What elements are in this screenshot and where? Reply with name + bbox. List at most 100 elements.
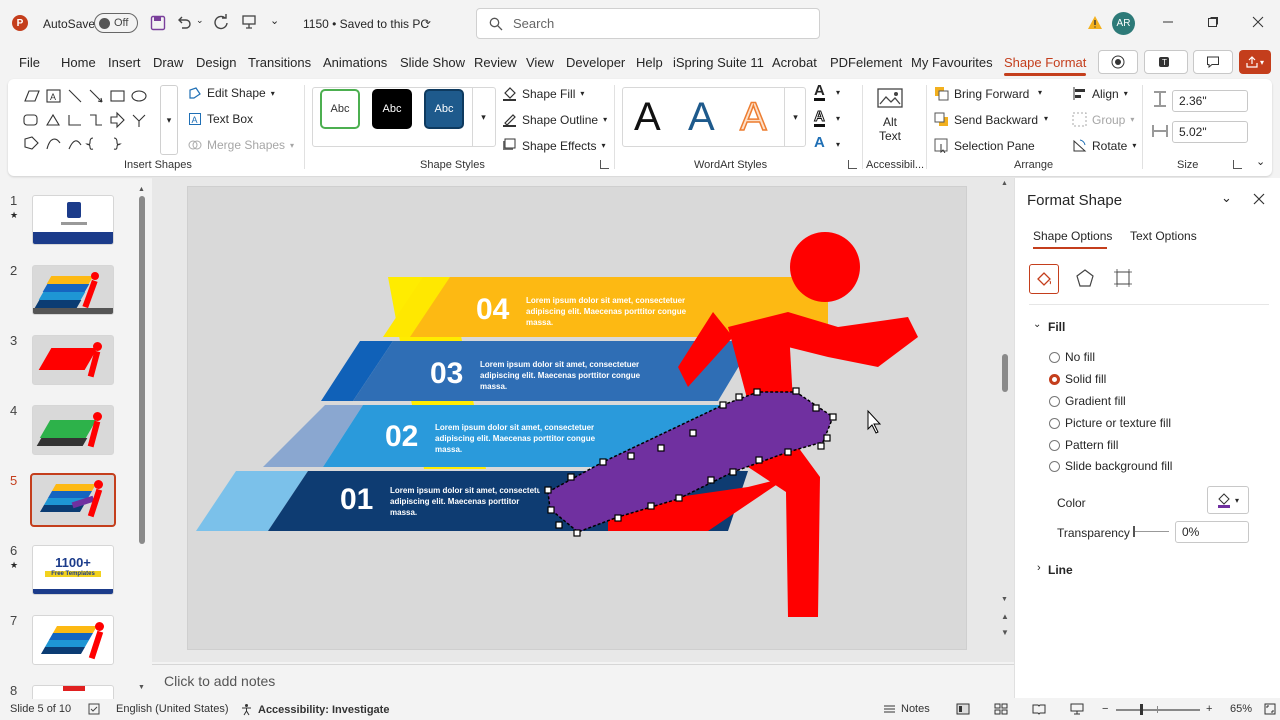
fill-line-tab[interactable] <box>1029 264 1059 294</box>
fill-section-chevron-icon[interactable]: ⌄ <box>1033 319 1041 330</box>
line-section-header[interactable]: Line <box>1048 563 1073 577</box>
runner-head[interactable] <box>790 232 860 302</box>
previous-slide-icon[interactable]: ▲ <box>1001 612 1009 621</box>
current-slide[interactable]: 04 Lorem ipsum dolor sit amet, consectet… <box>188 187 966 649</box>
tab-acrobat[interactable]: Acrobat <box>772 55 817 70</box>
wordart-style-orange[interactable]: A <box>739 94 767 140</box>
shape-width-input[interactable]: 5.02" <box>1172 121 1248 143</box>
shapes-gallery-more-icon[interactable]: ▾ <box>160 85 178 155</box>
radio-slide-background[interactable] <box>1049 460 1060 472</box>
fill-option-gradient-fill[interactable]: Gradient fill <box>1049 394 1126 408</box>
wordart-more-icon[interactable]: ▾ <box>784 87 806 147</box>
tab-pdfelement[interactable]: PDFelement <box>830 55 902 70</box>
zoom-in-icon[interactable]: + <box>1206 703 1212 715</box>
undo-dropdown-icon[interactable]: ⌄ <box>196 15 204 26</box>
maximize-icon[interactable] <box>1205 14 1221 30</box>
tab-text-options[interactable]: Text Options <box>1130 229 1197 243</box>
bring-forward-dropdown-icon[interactable]: ▾ <box>1038 88 1042 97</box>
notes-area[interactable]: Click to add notes <box>152 664 1014 698</box>
radio-picture-fill[interactable] <box>1049 417 1060 429</box>
tab-design[interactable]: Design <box>196 55 236 70</box>
text-effects-dropdown-icon[interactable]: ▾ <box>836 140 840 149</box>
autosave-toggle[interactable]: Off <box>94 13 138 33</box>
shape-styles-more-icon[interactable]: ▾ <box>472 87 494 147</box>
search-box[interactable]: Search <box>476 8 820 39</box>
next-slide-icon[interactable]: ▼ <box>1001 628 1009 637</box>
tab-home[interactable]: Home <box>61 55 96 70</box>
zoom-slider[interactable] <box>1116 704 1200 715</box>
normal-view-icon[interactable] <box>956 703 970 715</box>
edit-shape-button[interactable]: Edit Shape ▾ <box>188 86 275 100</box>
tab-help[interactable]: Help <box>636 55 663 70</box>
slide-thumbnail-2[interactable] <box>32 265 114 315</box>
fit-to-window-icon[interactable] <box>1264 703 1276 715</box>
tab-shape-options[interactable]: Shape Options <box>1033 229 1112 243</box>
tab-review[interactable]: Review <box>474 55 517 70</box>
file-status[interactable]: 1150 • Saved to this PC <box>303 17 429 31</box>
bring-forward-button[interactable]: Bring Forward <box>934 86 1029 101</box>
wordart-style-blue[interactable]: A <box>688 95 715 140</box>
text-outline-icon[interactable]: A <box>814 109 825 127</box>
text-outline-dropdown-icon[interactable]: ▾ <box>836 114 840 123</box>
fill-option-picture-fill[interactable]: Picture or texture fill <box>1049 416 1171 430</box>
share-button[interactable]: ▾ <box>1239 50 1271 74</box>
size-launcher-icon[interactable] <box>1233 160 1242 169</box>
slide-thumbnail-7[interactable] <box>32 615 114 665</box>
rotate-button[interactable]: Rotate ▾ <box>1072 138 1136 153</box>
undo-icon[interactable] <box>175 13 193 31</box>
transparency-slider[interactable] <box>1133 526 1169 538</box>
shapes-gallery[interactable]: A <box>20 87 160 153</box>
runner-front-leg[interactable] <box>748 437 820 617</box>
comments-button[interactable] <box>1193 50 1233 74</box>
tab-ispring[interactable]: iSpring Suite 11 <box>673 55 764 70</box>
text-effects-icon[interactable]: A <box>814 135 825 150</box>
reading-view-icon[interactable] <box>1032 703 1046 715</box>
warning-icon[interactable] <box>1087 15 1103 30</box>
collapse-ribbon-icon[interactable]: ⌄ <box>1256 155 1265 168</box>
wordart-style-black[interactable]: A <box>634 95 661 140</box>
tab-transitions[interactable]: Transitions <box>248 55 311 70</box>
slide-thumbnail-3[interactable] <box>32 335 114 385</box>
customize-toolbar-icon[interactable]: ⌄ <box>270 14 279 27</box>
tab-my-favourites[interactable]: My Favourites <box>911 55 993 70</box>
tab-file[interactable]: File <box>19 55 40 70</box>
shape-fill-button[interactable]: Shape Fill ▾ <box>502 86 584 101</box>
spellcheck-icon[interactable] <box>88 703 100 715</box>
slide-thumbnail-8[interactable] <box>32 685 114 699</box>
minimize-icon[interactable] <box>1160 14 1176 30</box>
line-section-chevron-icon[interactable]: › <box>1037 562 1041 574</box>
pane-close-icon[interactable] <box>1253 193 1265 205</box>
send-backward-dropdown-icon[interactable]: ▾ <box>1044 114 1048 123</box>
text-fill-dropdown-icon[interactable]: ▾ <box>836 88 840 97</box>
tab-slide-show[interactable]: Slide Show <box>400 55 465 70</box>
fill-option-no-fill[interactable]: No fill <box>1049 350 1095 364</box>
shape-styles-launcher-icon[interactable] <box>600 160 609 169</box>
zoom-level[interactable]: 65% <box>1230 703 1252 715</box>
save-icon[interactable] <box>149 14 167 32</box>
group-button[interactable]: Group ▾ <box>1072 112 1134 127</box>
record-button[interactable] <box>1098 50 1138 74</box>
notes-toggle-button[interactable]: Notes <box>883 703 930 715</box>
fill-option-pattern-fill[interactable]: Pattern fill <box>1049 438 1118 452</box>
tab-insert[interactable]: Insert <box>108 55 141 70</box>
shape-style-black[interactable]: Abc <box>372 89 412 129</box>
language-indicator[interactable]: English (United States) <box>116 703 229 715</box>
radio-gradient-fill[interactable] <box>1049 395 1060 407</box>
thumbnail-scrollbar[interactable]: ▲ ▼ <box>138 186 146 691</box>
accessibility-status[interactable]: Accessibility: Investigate <box>240 703 389 716</box>
shape-style-outline-green[interactable]: Abc <box>320 89 360 129</box>
slide-sorter-icon[interactable] <box>994 703 1008 715</box>
radio-solid-fill[interactable] <box>1049 373 1060 385</box>
shape-height-input[interactable]: 2.36" <box>1172 90 1248 112</box>
user-avatar[interactable]: AR <box>1112 12 1135 35</box>
wordart-launcher-icon[interactable] <box>848 160 857 169</box>
slide-thumbnail-1[interactable] <box>32 195 114 245</box>
fill-section-header[interactable]: Fill <box>1048 320 1065 334</box>
tab-shape-format[interactable]: Shape Format <box>1004 55 1087 76</box>
fill-option-slide-background[interactable]: Slide background fill <box>1049 459 1172 473</box>
size-properties-tab-icon[interactable] <box>1113 268 1133 288</box>
zoom-out-icon[interactable]: − <box>1102 703 1108 715</box>
shape-style-blue[interactable]: Abc <box>424 89 464 129</box>
shape-outline-button[interactable]: Shape Outline ▾ <box>502 112 607 127</box>
align-button[interactable]: Align ▾ <box>1072 86 1128 101</box>
